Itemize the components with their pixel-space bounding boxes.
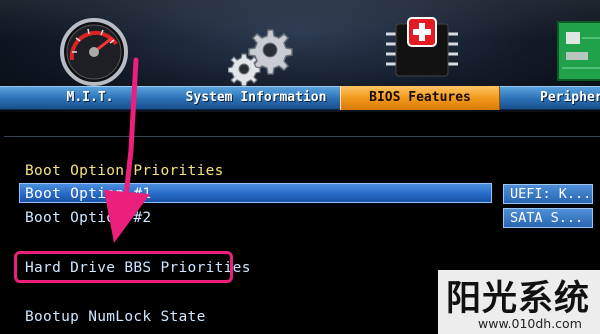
- boot-option-1-value[interactable]: UEFI: K...: [503, 184, 593, 204]
- bootup-numlock-state[interactable]: Bootup NumLock State: [25, 307, 206, 327]
- boot-option-2-value[interactable]: SATA S...: [503, 208, 593, 228]
- circuit-board-icon[interactable]: [552, 14, 600, 84]
- tab-bios-features[interactable]: BIOS Features: [340, 86, 500, 110]
- boot-option-2-label[interactable]: Boot Option #2: [25, 208, 151, 228]
- highlight-annotation-box: [14, 251, 233, 283]
- watermark-url: www.010dh.com: [478, 316, 582, 331]
- tab-peripherals[interactable]: Peripher: [540, 86, 600, 110]
- watermark-title: 阳光系统: [446, 279, 591, 319]
- gears-icon[interactable]: [228, 16, 298, 86]
- tab-system-information[interactable]: System Information: [172, 86, 340, 110]
- watermark: 阳光系统 www.010dh.com: [438, 270, 600, 334]
- chip-icon[interactable]: [380, 12, 464, 86]
- section-header-boot-option-priorities: Boot Option Priorities: [25, 163, 224, 179]
- tab-mit[interactable]: M.I.T.: [20, 86, 160, 110]
- speedometer-icon[interactable]: [58, 14, 130, 86]
- boot-option-1-label[interactable]: Boot Option #1: [25, 184, 151, 204]
